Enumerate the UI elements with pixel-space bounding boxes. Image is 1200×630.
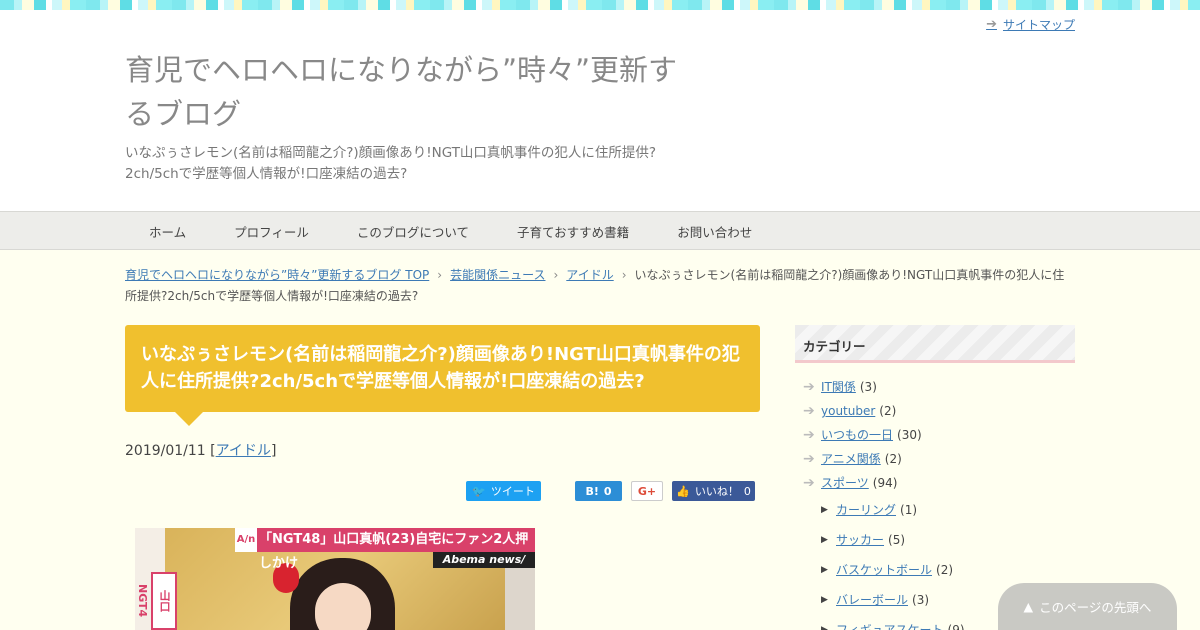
category-count: (2) <box>879 404 897 418</box>
arrow-right-icon: ➔ <box>803 379 815 395</box>
sitemap-link[interactable]: ➔ サイトマップ <box>986 16 1075 33</box>
google-plus-label: G+ <box>637 484 657 498</box>
post-category-link[interactable]: アイドル <box>216 443 271 459</box>
back-to-top-label: このページの先頭へ <box>1039 600 1152 615</box>
subcategory-link[interactable]: バスケットボール <box>836 555 932 585</box>
subcategory-link[interactable]: カーリング <box>836 495 896 525</box>
site-description: いなぷぅさレモン(名前は稲岡龍之介?)顔画像あり!NGT山口真帆事件の犯人に住所… <box>125 145 657 182</box>
hatena-count: 0 <box>603 484 612 498</box>
subcategory-count: (5) <box>888 533 906 547</box>
arrow-right-icon: ➔ <box>803 451 815 467</box>
subcategory-count: (2) <box>936 563 954 577</box>
category-item: ➔ いつもの一日 (30) <box>795 423 1075 447</box>
thumbnail-person-face <box>315 583 371 630</box>
subcategory-item: ▶ カーリング (1) <box>821 495 1075 525</box>
post-date: 2019/01/11 <box>125 443 206 459</box>
subcategory-count: (3) <box>912 593 930 607</box>
hatena-bookmark-button[interactable]: B! 0 <box>575 481 622 501</box>
twitter-icon: 🐦 <box>472 484 486 498</box>
category-item: ➔ アニメ関係 (2) <box>795 447 1075 471</box>
sitemap-label[interactable]: サイトマップ <box>1003 16 1075 33</box>
tweet-button[interactable]: 🐦 ツイート <box>466 481 541 501</box>
triangle-right-icon: ▶ <box>821 565 828 575</box>
site-title[interactable]: 育児でヘロヘロになりながら”時々”更新するブログ <box>125 48 685 136</box>
abema-news-badge: Abema news/ <box>433 552 535 568</box>
nav-item-books[interactable]: 子育ておすすめ書籍 <box>493 222 653 241</box>
chevron-right-icon: › <box>621 268 627 282</box>
thumbnail-caption: A/n 「NGT48」山口真帆(23)自宅にファン2人押しかけ <box>235 528 535 571</box>
subcategory-item: ▶ サッカー (5) <box>821 525 1075 555</box>
breadcrumb-subcategory[interactable]: アイドル <box>566 268 613 282</box>
like-count: 0 <box>743 484 751 498</box>
abema-logo: A/n <box>235 528 257 552</box>
post-thumbnail: A/n 「NGT48」山口真帆(23)自宅にファン2人押しかけ Abema ne… <box>135 528 535 630</box>
google-plus-button[interactable]: G+ <box>631 481 663 501</box>
category-link[interactable]: いつもの一日 <box>821 423 893 447</box>
post-meta: 2019/01/11 [アイドル] <box>125 443 277 459</box>
subcategory-link[interactable]: サッカー <box>836 525 884 555</box>
category-count: (3) <box>859 380 877 394</box>
top-stripe <box>0 0 1200 10</box>
arrow-up-icon: ▲ <box>1023 599 1034 614</box>
category-item: ➔ youtuber (2) <box>795 399 1075 423</box>
category-count: (94) <box>872 476 898 490</box>
breadcrumb-top[interactable]: 育児でヘロヘロになりながら”時々”更新するブログ TOP <box>125 268 429 282</box>
chevron-right-icon: › <box>437 268 443 282</box>
back-to-top-button[interactable]: ▲ このページの先頭へ <box>998 583 1177 630</box>
subcategory-item: ▶ バスケットボール (2) <box>821 555 1075 585</box>
category-count: (30) <box>897 428 922 442</box>
sidebar-heading: カテゴリー <box>795 325 1075 363</box>
facebook-like-button[interactable]: 👍 いいね！ 0 <box>672 481 755 501</box>
subcategory-count: (9) <box>947 623 965 630</box>
nav-item-contact[interactable]: お問い合わせ <box>653 222 776 241</box>
post-title: いなぷぅさレモン(名前は稲岡龍之介?)顔画像あり!NGT山口真帆事件の犯人に住所… <box>125 325 760 426</box>
triangle-right-icon: ▶ <box>821 595 828 605</box>
triangle-right-icon: ▶ <box>821 535 828 545</box>
subcategory-link[interactable]: フィギュアスケート <box>836 615 944 630</box>
global-nav: ホーム プロフィール このブログについて 子育ておすすめ書籍 お問い合わせ <box>0 211 1200 250</box>
category-item: ➔ スポーツ (94) <box>795 471 1075 495</box>
category-link[interactable]: IT関係 <box>821 375 856 399</box>
category-link[interactable]: アニメ関係 <box>821 447 881 471</box>
arrow-right-icon: ➔ <box>803 427 815 443</box>
nav-item-about[interactable]: このブログについて <box>333 222 493 241</box>
tweet-label: ツイート <box>490 485 535 498</box>
thumbs-up-icon: 👍 <box>676 484 690 498</box>
like-label: いいね！ <box>694 485 739 498</box>
triangle-right-icon: ▶ <box>821 625 828 630</box>
arrow-right-icon: ➔ <box>803 403 815 419</box>
subcategory-count: (1) <box>900 503 918 517</box>
nav-item-home[interactable]: ホーム <box>125 222 210 241</box>
chevron-right-icon: › <box>553 268 559 282</box>
triangle-right-icon: ▶ <box>821 505 828 515</box>
category-item: ➔ IT関係 (3) <box>795 375 1075 399</box>
breadcrumb: 育児でヘロヘロになりながら”時々”更新するブログ TOP › 芸能関係ニュース › アイ… <box>125 265 1075 307</box>
breadcrumb-category[interactable]: 芸能関係ニュース <box>450 268 545 282</box>
subcategory-link[interactable]: バレーボール <box>836 585 908 615</box>
hatena-icon: B! <box>585 484 599 498</box>
thumbnail-name-label: 山口 NGT4 <box>136 572 177 630</box>
category-count: (2) <box>884 452 902 466</box>
site-header: ➔ サイトマップ 育児でヘロヘロになりながら”時々”更新するブログ いなぷぅさレ… <box>0 10 1200 211</box>
arrow-right-icon: ➔ <box>986 17 997 32</box>
arrow-right-icon: ➔ <box>803 475 815 491</box>
nav-item-profile[interactable]: プロフィール <box>210 222 333 241</box>
category-link[interactable]: youtuber <box>821 399 875 423</box>
category-list: ➔ IT関係 (3) ➔ youtuber (2) ➔ いつもの一日 (30) ➔ アニメ関係… <box>795 375 1075 495</box>
category-link[interactable]: スポーツ <box>821 471 869 495</box>
